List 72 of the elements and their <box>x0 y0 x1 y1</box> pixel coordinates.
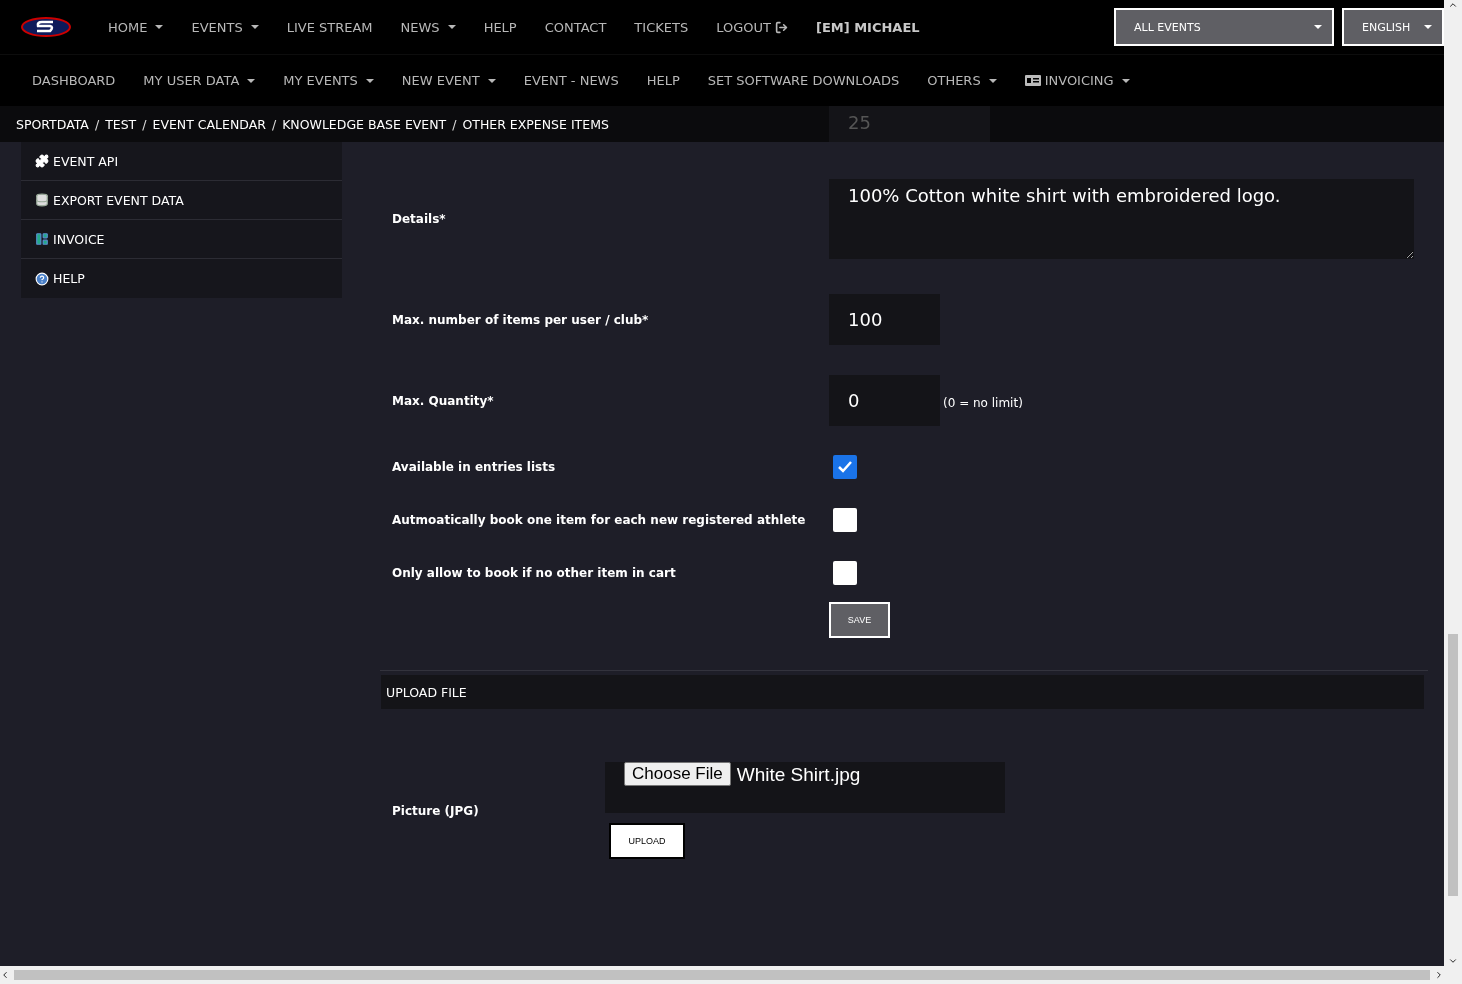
logo[interactable] <box>20 15 72 39</box>
sidebar-item[interactable]: EVENT API <box>21 142 342 181</box>
upload-button[interactable]: UPLOAD <box>609 823 685 859</box>
nav-link[interactable]: EVENTS <box>177 19 273 35</box>
database-icon <box>35 193 49 207</box>
field-label: Only allow to book if no other item in cart <box>392 566 677 580</box>
breadcrumb-separator: / <box>94 116 100 132</box>
field-hint: (0 = no limit) <box>943 395 1023 410</box>
field-label: Picture (JPG) <box>392 803 480 818</box>
breadcrumb-link[interactable]: SPORTDATA <box>16 116 89 132</box>
number-field[interactable]: 0 <box>829 375 940 426</box>
event-select[interactable]: ALL EVENTS <box>1114 8 1334 46</box>
breadcrumb-link[interactable]: KNOWLEDGE BASE EVENT <box>282 116 447 132</box>
scroll-left-icon[interactable] <box>0 970 10 980</box>
nav-link[interactable]: LIVE STREAM <box>272 19 387 35</box>
checkbox[interactable] <box>833 455 857 479</box>
sidebar-item[interactable]: EXPORT EVENT DATA <box>21 181 342 220</box>
nav-link[interactable]: MY USER DATA <box>129 73 270 88</box>
nav-link[interactable]: HOME <box>94 19 178 35</box>
nav-link[interactable]: SET SOFTWARE DOWNLOADS <box>693 73 914 88</box>
breadcrumb-link[interactable]: OTHER EXPENSE ITEMS <box>462 116 609 132</box>
file-name: White Shirt.jpg <box>736 764 861 786</box>
sidebar-item[interactable]: INVOICE <box>21 220 342 259</box>
breadcrumb-separator: / <box>452 116 457 132</box>
window-icon <box>35 232 49 246</box>
scroll-down-icon[interactable] <box>1448 956 1458 966</box>
nav-link[interactable]: HELP <box>469 19 531 35</box>
nav-link[interactable]: TICKETS <box>620 19 703 35</box>
nav-link[interactable]: OTHERS <box>913 73 1011 88</box>
file-field[interactable]: Choose File White Shirt.jpg <box>605 762 1005 813</box>
field-label: Max. Quantity* <box>392 393 495 408</box>
puzzle-icon <box>35 154 49 168</box>
nav-link[interactable]: INVOICING <box>1010 73 1144 88</box>
breadcrumb-link[interactable]: TEST <box>105 116 137 132</box>
caret-icon <box>1314 25 1322 29</box>
select-value: ENGLISH <box>1362 20 1411 34</box>
nav-link[interactable]: HELP <box>632 73 694 88</box>
details-field[interactable]: 100% Cotton white shirt with embroidered logo. <box>829 179 1414 259</box>
number-field[interactable]: 100 <box>829 294 940 345</box>
choose-file-button[interactable]: Choose File <box>624 762 731 786</box>
vertical-scrollbar[interactable] <box>1444 0 1462 966</box>
scrollbar-thumb[interactable] <box>14 970 1430 980</box>
logout-icon <box>774 20 788 34</box>
scrollbar-thumb[interactable] <box>1448 634 1458 896</box>
save-button[interactable]: SAVE <box>829 602 890 638</box>
nav-link[interactable]: NEWS <box>386 19 470 35</box>
field-label: Details* <box>392 212 447 226</box>
nav-link[interactable]: DASHBOARD <box>18 73 130 88</box>
help-icon <box>35 271 49 286</box>
nav-link[interactable]: NEW EVENT <box>387 73 510 88</box>
nav-link[interactable]: LOGOUT <box>702 19 802 35</box>
select-value: ALL EVENTS <box>1134 20 1201 34</box>
field-label: Max. number of items per user / club* <box>392 312 650 327</box>
nav-link[interactable]: EVENT - NEWS <box>509 73 633 88</box>
section-header: UPLOAD FILE <box>381 675 1424 709</box>
sidebar-item[interactable]: HELP <box>21 259 342 298</box>
horizontal-scrollbar[interactable] <box>0 966 1462 984</box>
checkbox[interactable] <box>833 508 857 532</box>
breadcrumb-separator: / <box>142 116 147 132</box>
nav-link[interactable]: MY EVENTS <box>269 73 388 88</box>
checkbox[interactable] <box>833 561 857 585</box>
invoice-icon <box>1024 75 1041 86</box>
scroll-up-icon[interactable] <box>1448 0 1458 10</box>
nav-link[interactable]: [EM] MICHAEL <box>801 19 934 35</box>
nav-link[interactable]: CONTACT <box>530 19 621 35</box>
scroll-right-icon[interactable] <box>1434 970 1444 980</box>
language-select[interactable]: ENGLISH <box>1342 8 1444 46</box>
field-label: Available in entries lists <box>392 460 557 474</box>
breadcrumb-separator: / <box>271 116 277 132</box>
breadcrumb-link[interactable]: EVENT CALENDAR <box>152 116 266 132</box>
field-label: Autmoatically book one item for each new registered athlete <box>392 513 807 527</box>
caret-icon <box>1424 25 1432 29</box>
